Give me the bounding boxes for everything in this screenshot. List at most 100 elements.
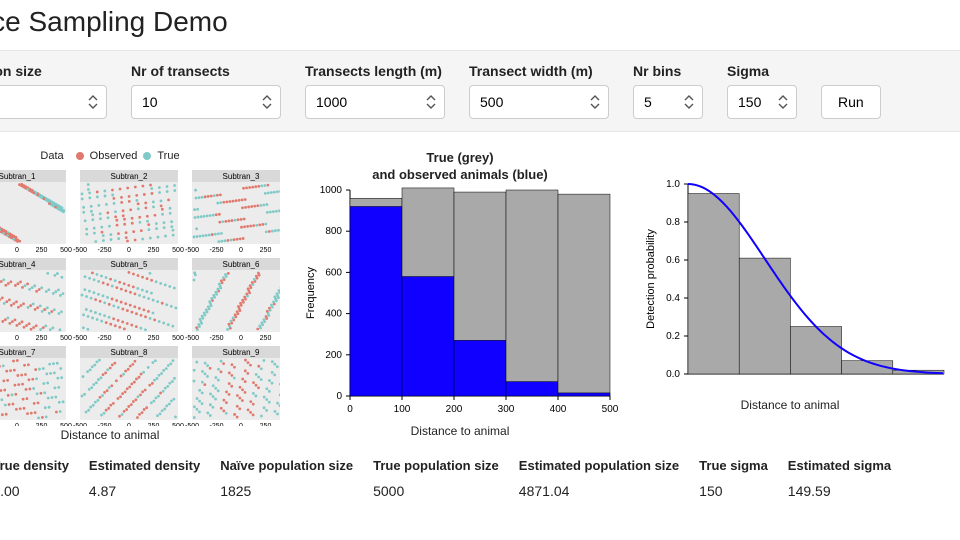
svg-text:0: 0 xyxy=(127,247,131,254)
hist-title-l2: and observed animals (blue) xyxy=(300,167,620,184)
facet-svg: Subtran_1-500-25002505000500100015002000… xyxy=(0,166,280,426)
svg-text:200: 200 xyxy=(325,350,342,361)
results-value: 5000 xyxy=(373,479,517,503)
results-value: 5.00 xyxy=(0,479,87,503)
input-t-width[interactable] xyxy=(469,85,609,119)
results-value: 4871.04 xyxy=(519,479,697,503)
ctrl-pop-size: pulation size xyxy=(0,63,107,119)
svg-text:250: 250 xyxy=(260,247,272,254)
svg-text:1000: 1000 xyxy=(320,185,343,196)
svg-text:500: 500 xyxy=(172,247,184,254)
svg-text:300: 300 xyxy=(498,404,515,415)
svg-text:250: 250 xyxy=(260,335,272,342)
svg-text:Frequency: Frequency xyxy=(305,266,317,318)
results-header: Naïve population size xyxy=(220,454,371,477)
page-title: ance Sampling Demo xyxy=(0,0,960,50)
svg-text:Subtran_7: Subtran_7 xyxy=(0,348,36,357)
facet-plot: Data Observed True Subtran_1-500-2500250… xyxy=(0,150,280,442)
svg-text:0: 0 xyxy=(15,335,19,342)
svg-text:0: 0 xyxy=(347,404,353,415)
input-t-length[interactable] xyxy=(305,85,445,119)
svg-text:-250: -250 xyxy=(97,247,111,254)
ctrl-t-length: Transects length (m) xyxy=(305,63,445,119)
results-table: nsityTrue densityEstimated densityNaïve … xyxy=(0,452,911,505)
facet-xlabel: Distance to animal xyxy=(0,428,280,442)
results-value: 4.87 xyxy=(89,479,218,503)
svg-text:250: 250 xyxy=(36,335,48,342)
ctrl-sigma: Sigma xyxy=(727,63,797,119)
svg-text:0: 0 xyxy=(239,247,243,254)
svg-text:-500: -500 xyxy=(185,423,199,426)
svg-text:600: 600 xyxy=(325,267,342,278)
svg-text:0.4: 0.4 xyxy=(666,293,680,304)
results-value: 149.59 xyxy=(788,479,909,503)
svg-text:0: 0 xyxy=(239,423,243,426)
input-n-bins[interactable] xyxy=(633,85,703,119)
svg-text:250: 250 xyxy=(36,423,48,426)
legend-dot-observed xyxy=(76,152,84,160)
legend-true: True xyxy=(157,150,179,162)
ctrl-n-transects: Nr of transects xyxy=(131,63,281,119)
svg-text:0.0: 0.0 xyxy=(666,369,680,380)
svg-text:Subtran_8: Subtran_8 xyxy=(111,348,148,357)
svg-text:-250: -250 xyxy=(97,335,111,342)
label-t-width: Transect width (m) xyxy=(469,63,609,79)
run-button[interactable]: Run xyxy=(821,85,881,119)
ctrl-t-width: Transect width (m) xyxy=(469,63,609,119)
svg-text:250: 250 xyxy=(148,247,160,254)
svg-text:Subtran_2: Subtran_2 xyxy=(111,172,148,181)
results-header: True density xyxy=(0,454,87,477)
svg-text:-500: -500 xyxy=(73,335,87,342)
label-n-transects: Nr of transects xyxy=(131,63,281,79)
svg-text:250: 250 xyxy=(36,247,48,254)
svg-text:Subtran_1: Subtran_1 xyxy=(0,172,36,181)
svg-text:Subtran_5: Subtran_5 xyxy=(111,260,148,269)
results-header: True sigma xyxy=(699,454,786,477)
svg-text:0.8: 0.8 xyxy=(666,217,680,228)
svg-text:Subtran_3: Subtran_3 xyxy=(223,172,260,181)
legend-dot-true xyxy=(143,152,151,160)
svg-text:0: 0 xyxy=(127,423,131,426)
svg-text:250: 250 xyxy=(148,335,160,342)
svg-text:Subtran_9: Subtran_9 xyxy=(223,348,260,357)
svg-text:0: 0 xyxy=(15,423,19,426)
svg-text:-250: -250 xyxy=(209,423,223,426)
hist-title-l1: True (grey) xyxy=(300,150,620,167)
svg-text:500: 500 xyxy=(602,404,619,415)
svg-text:500: 500 xyxy=(172,335,184,342)
svg-text:200: 200 xyxy=(446,404,463,415)
svg-text:-250: -250 xyxy=(209,335,223,342)
label-sigma: Sigma xyxy=(727,63,797,79)
results-value: 1825 xyxy=(220,479,371,503)
hist-svg: 020040060080010000100200300400500Frequen… xyxy=(300,184,620,424)
svg-text:0: 0 xyxy=(15,247,19,254)
input-pop-size[interactable] xyxy=(0,85,107,119)
detect-xlabel: Distance to animal xyxy=(640,398,940,412)
svg-text:0: 0 xyxy=(127,335,131,342)
controls-panel: pulation size Nr of transects Transects … xyxy=(0,50,960,132)
svg-text:-250: -250 xyxy=(97,423,111,426)
label-n-bins: Nr bins xyxy=(633,63,703,79)
svg-text:100: 100 xyxy=(394,404,411,415)
detect-plot: 0.00.20.40.60.81.0Detection probability … xyxy=(640,178,940,442)
label-t-length: Transects length (m) xyxy=(305,63,445,79)
svg-text:250: 250 xyxy=(148,423,160,426)
svg-text:Subtran_6: Subtran_6 xyxy=(223,260,260,269)
svg-text:Subtran_4: Subtran_4 xyxy=(0,260,36,269)
svg-text:500: 500 xyxy=(60,335,72,342)
svg-text:0: 0 xyxy=(336,391,342,402)
svg-text:400: 400 xyxy=(550,404,567,415)
svg-text:-500: -500 xyxy=(185,335,199,342)
input-n-transects[interactable] xyxy=(131,85,281,119)
svg-text:-500: -500 xyxy=(73,247,87,254)
detect-svg: 0.00.20.40.60.81.0Detection probability xyxy=(640,178,950,398)
hist-plot: True (grey) and observed animals (blue) … xyxy=(300,150,620,442)
input-sigma[interactable] xyxy=(727,85,797,119)
legend-observed: Observed xyxy=(90,150,138,162)
svg-text:250: 250 xyxy=(260,423,272,426)
svg-text:400: 400 xyxy=(325,308,342,319)
svg-text:1.0: 1.0 xyxy=(666,179,680,190)
results-header: Estimated population size xyxy=(519,454,697,477)
svg-text:0.2: 0.2 xyxy=(666,331,680,342)
svg-text:0: 0 xyxy=(239,335,243,342)
